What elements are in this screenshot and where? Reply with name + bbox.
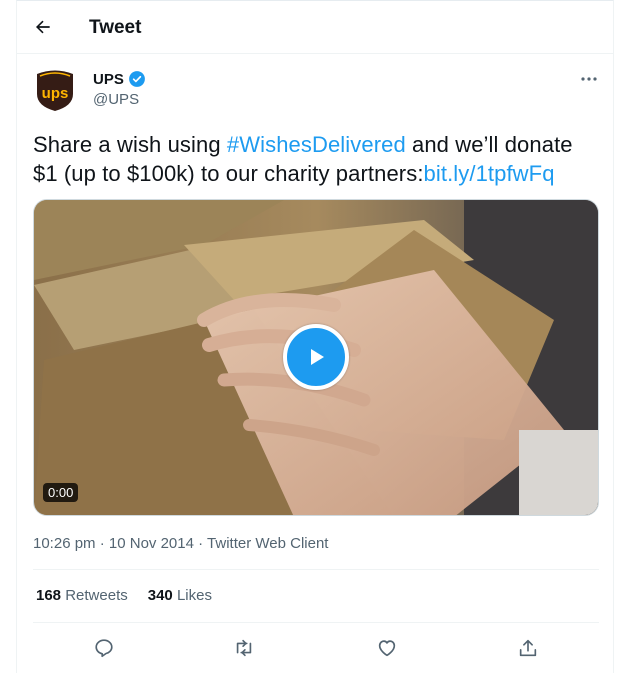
author-handle[interactable]: @UPS — [93, 91, 139, 108]
tweet-text: Share a wish using #WishesDelivered and … — [33, 130, 603, 188]
tweet-text-part1: Share a wish using — [33, 132, 227, 157]
top-bar: Tweet — [16, 0, 614, 54]
retweets-stat[interactable]: 168 Retweets — [36, 587, 128, 604]
retweets-label: Retweets — [65, 587, 128, 604]
likes-stat[interactable]: 340 Likes — [148, 587, 212, 604]
play-button[interactable] — [283, 324, 349, 390]
reply-button[interactable] — [90, 634, 118, 662]
back-button[interactable] — [28, 12, 58, 42]
more-button[interactable] — [576, 69, 602, 89]
divider — [33, 622, 599, 623]
likes-label: Likes — [176, 587, 212, 604]
svg-text:ups: ups — [42, 85, 69, 102]
page-title: Tweet — [89, 17, 142, 38]
action-bar — [33, 634, 599, 662]
share-button[interactable] — [514, 634, 542, 662]
video-duration: 0:00 — [43, 483, 79, 502]
hashtag-link[interactable]: #WishesDelivered — [227, 132, 406, 157]
tweet-time[interactable]: 10:26 pm — [33, 535, 96, 552]
tweet-stats: 168 Retweets 340 Likes — [36, 587, 212, 604]
tweet-source[interactable]: Twitter Web Client — [207, 535, 328, 552]
divider — [33, 569, 599, 570]
url-link[interactable]: bit.ly/1tpfwFq — [424, 161, 555, 186]
share-icon — [519, 639, 537, 657]
likes-count: 340 — [147, 587, 173, 604]
retweet-icon — [236, 639, 252, 657]
author-name-text[interactable]: UPS — [93, 71, 124, 88]
retweets-count: 168 — [36, 587, 62, 604]
author-name[interactable]: UPS — [93, 70, 146, 88]
like-button[interactable] — [373, 634, 401, 662]
retweet-button[interactable] — [230, 634, 258, 662]
avatar[interactable]: ups — [35, 68, 75, 112]
verified-badge-icon — [128, 71, 145, 87]
play-icon — [311, 349, 324, 365]
ups-logo-icon: ups — [37, 70, 73, 111]
heart-icon — [378, 640, 396, 657]
more-horizontal-icon — [581, 77, 597, 81]
arrow-left-icon — [36, 20, 50, 34]
reply-icon — [95, 639, 113, 658]
tweet-date[interactable]: 10 Nov 2014 — [109, 535, 194, 552]
tweet-metadata: 10:26 pm · 10 Nov 2014 · Twitter Web Cli… — [33, 535, 329, 552]
